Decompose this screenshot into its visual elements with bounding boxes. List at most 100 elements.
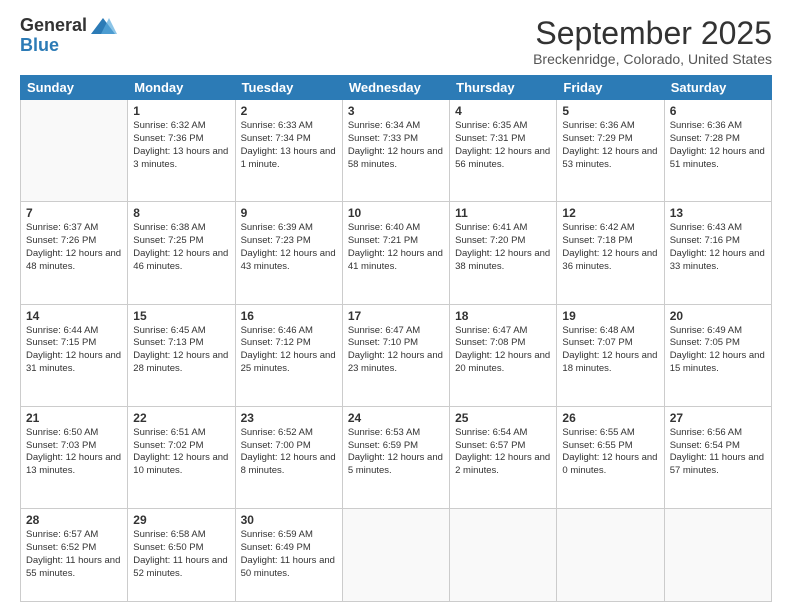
week-row-1: 1Sunrise: 6:32 AMSunset: 7:36 PMDaylight… bbox=[21, 100, 772, 202]
day-info: Sunrise: 6:51 AMSunset: 7:02 PMDaylight:… bbox=[133, 427, 229, 478]
day-number: 14 bbox=[26, 309, 122, 323]
calendar-cell: 20Sunrise: 6:49 AMSunset: 7:05 PMDayligh… bbox=[664, 304, 771, 406]
day-info: Sunrise: 6:40 AMSunset: 7:21 PMDaylight:… bbox=[348, 222, 444, 273]
week-row-5: 28Sunrise: 6:57 AMSunset: 6:52 PMDayligh… bbox=[21, 509, 772, 602]
day-info: Sunrise: 6:42 AMSunset: 7:18 PMDaylight:… bbox=[562, 222, 658, 273]
day-number: 3 bbox=[348, 104, 444, 118]
day-info: Sunrise: 6:35 AMSunset: 7:31 PMDaylight:… bbox=[455, 120, 551, 171]
calendar-cell: 8 Sunrise: 6:38 AMSunset: 7:25 PMDaylight… bbox=[128, 202, 235, 304]
day-number: 29 bbox=[133, 513, 229, 527]
calendar-cell: 23 Sunrise: 6:52 AMSunset: 7:00 PMDayligh… bbox=[235, 406, 342, 508]
day-info: Sunrise: 6:37 AMSunset: 7:26 PMDaylight:… bbox=[26, 222, 122, 273]
calendar-cell bbox=[450, 509, 557, 602]
day-number: 24 bbox=[348, 411, 444, 425]
day-number: 28 bbox=[26, 513, 122, 527]
day-number: 15 bbox=[133, 309, 229, 323]
calendar-cell: 6Sunrise: 6:36 AMSunset: 7:28 PMDaylight… bbox=[664, 100, 771, 202]
calendar-cell: 27 Sunrise: 6:56 AMSunset: 6:54 PMDayligh… bbox=[664, 406, 771, 508]
day-info: Sunrise: 6:45 AMSunset: 7:13 PMDaylight:… bbox=[133, 325, 229, 376]
weekday-header-row: SundayMondayTuesdayWednesdayThursdayFrid… bbox=[21, 76, 772, 100]
calendar-cell bbox=[21, 100, 128, 202]
day-number: 7 bbox=[26, 206, 122, 220]
calendar-cell: 29 Sunrise: 6:58 AMSunset: 6:50 PMDayligh… bbox=[128, 509, 235, 602]
day-number: 12 bbox=[562, 206, 658, 220]
day-info: Sunrise: 6:52 AMSunset: 7:00 PMDaylight:… bbox=[241, 427, 337, 478]
day-number: 19 bbox=[562, 309, 658, 323]
day-number: 27 bbox=[670, 411, 766, 425]
day-number: 4 bbox=[455, 104, 551, 118]
week-row-3: 14 Sunrise: 6:44 AMSunset: 7:15 PMDayligh… bbox=[21, 304, 772, 406]
month-title: September 2025 bbox=[533, 16, 772, 51]
day-number: 5 bbox=[562, 104, 658, 118]
day-number: 6 bbox=[670, 104, 766, 118]
calendar-cell: 5 Sunrise: 6:36 AMSunset: 7:29 PMDaylight… bbox=[557, 100, 664, 202]
day-info: Sunrise: 6:54 AMSunset: 6:57 PMDaylight:… bbox=[455, 427, 551, 478]
weekday-header-friday: Friday bbox=[557, 76, 664, 100]
weekday-header-monday: Monday bbox=[128, 76, 235, 100]
calendar-cell: 14 Sunrise: 6:44 AMSunset: 7:15 PMDayligh… bbox=[21, 304, 128, 406]
day-info: Sunrise: 6:46 AMSunset: 7:12 PMDaylight:… bbox=[241, 325, 337, 376]
calendar-cell bbox=[664, 509, 771, 602]
calendar-cell: 18 Sunrise: 6:47 AMSunset: 7:08 PMDayligh… bbox=[450, 304, 557, 406]
day-info: Sunrise: 6:36 AMSunset: 7:29 PMDaylight:… bbox=[562, 120, 658, 171]
calendar-cell: 1Sunrise: 6:32 AMSunset: 7:36 PMDaylight… bbox=[128, 100, 235, 202]
day-number: 13 bbox=[670, 206, 766, 220]
title-block: September 2025 Breckenridge, Colorado, U… bbox=[533, 16, 772, 67]
day-number: 20 bbox=[670, 309, 766, 323]
day-number: 22 bbox=[133, 411, 229, 425]
weekday-header-tuesday: Tuesday bbox=[235, 76, 342, 100]
day-info: Sunrise: 6:44 AMSunset: 7:15 PMDaylight:… bbox=[26, 325, 122, 376]
logo-icon bbox=[89, 16, 117, 36]
day-info: Sunrise: 6:47 AMSunset: 7:08 PMDaylight:… bbox=[455, 325, 551, 376]
calendar-cell: 7 Sunrise: 6:37 AMSunset: 7:26 PMDaylight… bbox=[21, 202, 128, 304]
calendar-cell: 10 Sunrise: 6:40 AMSunset: 7:21 PMDayligh… bbox=[342, 202, 449, 304]
subtitle: Breckenridge, Colorado, United States bbox=[533, 51, 772, 67]
calendar-cell: 17 Sunrise: 6:47 AMSunset: 7:10 PMDayligh… bbox=[342, 304, 449, 406]
day-info: Sunrise: 6:33 AMSunset: 7:34 PMDaylight:… bbox=[241, 120, 337, 171]
header: General Blue September 2025 Breckenridge… bbox=[20, 16, 772, 67]
day-number: 9 bbox=[241, 206, 337, 220]
calendar-cell: 21Sunrise: 6:50 AMSunset: 7:03 PMDayligh… bbox=[21, 406, 128, 508]
calendar-cell: 15 Sunrise: 6:45 AMSunset: 7:13 PMDayligh… bbox=[128, 304, 235, 406]
day-number: 10 bbox=[348, 206, 444, 220]
day-info: Sunrise: 6:56 AMSunset: 6:54 PMDaylight:… bbox=[670, 427, 766, 478]
weekday-header-saturday: Saturday bbox=[664, 76, 771, 100]
day-info: Sunrise: 6:38 AMSunset: 7:25 PMDaylight:… bbox=[133, 222, 229, 273]
day-number: 30 bbox=[241, 513, 337, 527]
day-info: Sunrise: 6:58 AMSunset: 6:50 PMDaylight:… bbox=[133, 529, 229, 580]
page: General Blue September 2025 Breckenridge… bbox=[0, 0, 792, 612]
day-number: 1 bbox=[133, 104, 229, 118]
calendar-cell: 28Sunrise: 6:57 AMSunset: 6:52 PMDayligh… bbox=[21, 509, 128, 602]
calendar-table: SundayMondayTuesdayWednesdayThursdayFrid… bbox=[20, 75, 772, 602]
calendar-cell: 4 Sunrise: 6:35 AMSunset: 7:31 PMDaylight… bbox=[450, 100, 557, 202]
day-number: 11 bbox=[455, 206, 551, 220]
calendar-cell: 2 Sunrise: 6:33 AMSunset: 7:34 PMDaylight… bbox=[235, 100, 342, 202]
calendar-cell: 22 Sunrise: 6:51 AMSunset: 7:02 PMDayligh… bbox=[128, 406, 235, 508]
week-row-2: 7 Sunrise: 6:37 AMSunset: 7:26 PMDaylight… bbox=[21, 202, 772, 304]
day-info: Sunrise: 6:59 AMSunset: 6:49 PMDaylight:… bbox=[241, 529, 337, 580]
calendar-cell: 11 Sunrise: 6:41 AMSunset: 7:20 PMDayligh… bbox=[450, 202, 557, 304]
day-number: 8 bbox=[133, 206, 229, 220]
day-info: Sunrise: 6:43 AMSunset: 7:16 PMDaylight:… bbox=[670, 222, 766, 273]
calendar-cell: 26Sunrise: 6:55 AMSunset: 6:55 PMDayligh… bbox=[557, 406, 664, 508]
week-row-4: 21Sunrise: 6:50 AMSunset: 7:03 PMDayligh… bbox=[21, 406, 772, 508]
logo-blue: Blue bbox=[20, 36, 59, 56]
day-number: 17 bbox=[348, 309, 444, 323]
day-info: Sunrise: 6:48 AMSunset: 7:07 PMDaylight:… bbox=[562, 325, 658, 376]
day-number: 26 bbox=[562, 411, 658, 425]
day-number: 18 bbox=[455, 309, 551, 323]
day-number: 21 bbox=[26, 411, 122, 425]
calendar-cell: 13 Sunrise: 6:43 AMSunset: 7:16 PMDayligh… bbox=[664, 202, 771, 304]
calendar-cell: 3Sunrise: 6:34 AMSunset: 7:33 PMDaylight… bbox=[342, 100, 449, 202]
weekday-header-sunday: Sunday bbox=[21, 76, 128, 100]
calendar-cell: 19 Sunrise: 6:48 AMSunset: 7:07 PMDayligh… bbox=[557, 304, 664, 406]
day-info: Sunrise: 6:53 AMSunset: 6:59 PMDaylight:… bbox=[348, 427, 444, 478]
calendar-cell: 12 Sunrise: 6:42 AMSunset: 7:18 PMDayligh… bbox=[557, 202, 664, 304]
day-number: 2 bbox=[241, 104, 337, 118]
calendar-cell bbox=[557, 509, 664, 602]
day-number: 23 bbox=[241, 411, 337, 425]
day-info: Sunrise: 6:47 AMSunset: 7:10 PMDaylight:… bbox=[348, 325, 444, 376]
calendar-cell bbox=[342, 509, 449, 602]
day-info: Sunrise: 6:41 AMSunset: 7:20 PMDaylight:… bbox=[455, 222, 551, 273]
day-info: Sunrise: 6:39 AMSunset: 7:23 PMDaylight:… bbox=[241, 222, 337, 273]
